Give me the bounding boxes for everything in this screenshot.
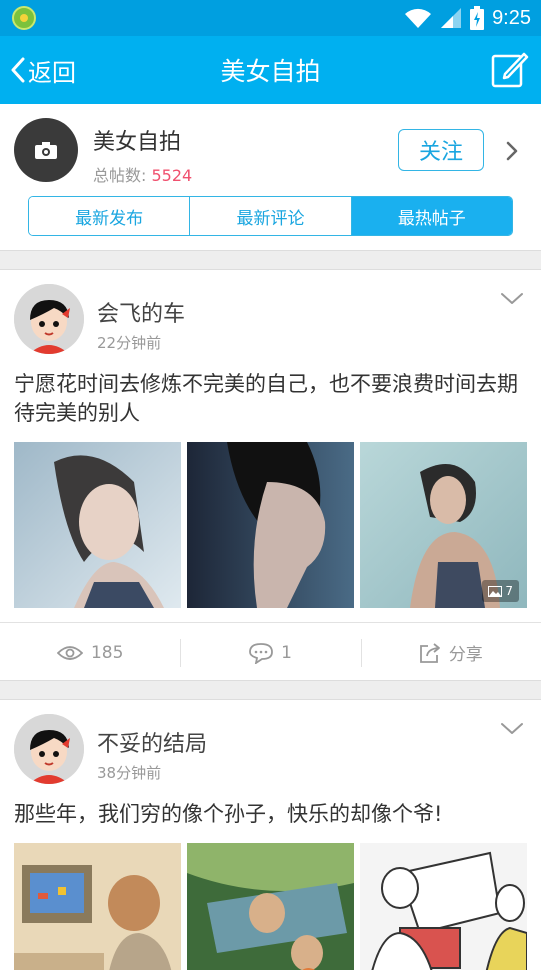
forum-name: 美女自拍 [93,130,182,155]
illustration-image [14,843,181,970]
compose-icon[interactable] [491,50,529,88]
illustration-image [360,843,527,970]
post-image[interactable] [187,442,354,608]
post-image[interactable] [14,442,181,608]
eye-icon [56,645,83,660]
tab-hottest-posts[interactable]: 最热帖子 [351,197,512,235]
image-count: 7 [505,584,513,598]
post-card[interactable]: 不妥的结局 38分钟前 那些年，我们穷的像个孙子，快乐的却像个爷! [0,699,541,970]
tab-latest-posts[interactable]: 最新发布 [29,197,191,235]
views-count: 185 [90,642,124,663]
signal-icon [441,8,462,28]
comment-icon [249,642,273,664]
post-card[interactable]: 会飞的车 22分钟前 宁愿花时间去修炼不完美的自己，也不要浪费时间去期待完美的别… [0,269,541,681]
share-button[interactable]: 分享 [360,623,541,682]
post-image-grid: 7 [14,442,527,608]
status-icons: 9:25 [404,4,531,32]
post-time: 22分钟前 [97,334,162,352]
forum-header: 美女自拍 总帖数: 5524 关注 最新发布 最新评论 最热帖子 [0,104,541,251]
page-title: 美女自拍 [220,57,321,86]
comments-count: 1 [281,642,292,663]
post-image[interactable] [360,843,527,970]
post-text: 那些年，我们穷的像个孙子，快乐的却像个爷! [14,802,443,826]
share-icon [419,642,440,663]
battery-icon [470,6,485,30]
cartoon-avatar-icon [14,714,84,784]
illustration-image [187,843,354,970]
post-count-label: 总帖数: [93,166,152,185]
post-image[interactable] [187,843,354,970]
post-count-value: 5524 [151,166,193,185]
chevron-down-icon[interactable] [500,722,524,736]
post-text: 宁愿花时间去修炼不完美的自己，也不要浪费时间去期待完美的别人 [14,372,518,425]
author-avatar[interactable] [14,714,84,784]
cartoon-avatar-icon [14,284,84,354]
image-count-badge: 7 [482,580,519,602]
top-nav-bar: 返回 美女自拍 [0,36,541,104]
photo-portrait-image [14,442,181,608]
follow-button[interactable]: 关注 [398,129,484,171]
photo-portrait-image [187,442,354,608]
chevron-right-icon[interactable] [505,140,519,162]
forum-avatar [14,118,78,182]
post-time: 38分钟前 [97,764,162,782]
author-avatar[interactable] [14,284,84,354]
post-image-grid [14,843,527,970]
author-name[interactable]: 会飞的车 [97,296,185,328]
wifi-icon [405,8,432,28]
post-image[interactable]: 7 [360,442,527,608]
sort-tabs: 最新发布 最新评论 最热帖子 [28,196,513,236]
views-stat: 185 [0,623,180,682]
share-label: 分享 [448,645,483,665]
post-stats-bar: 185 1 分享 [0,622,541,682]
author-name[interactable]: 不妥的结局 [97,726,207,758]
notification-app-icon [12,6,36,30]
chevron-down-icon[interactable] [500,292,524,306]
post-image[interactable] [14,843,181,970]
clock: 9:25 [492,6,531,29]
tab-latest-comments[interactable]: 最新评论 [190,197,352,235]
camera-icon [35,142,57,159]
post-count: 总帖数: 5524 [93,162,192,186]
image-icon [488,585,503,597]
comment-button[interactable]: 1 [180,623,360,682]
status-bar: 9:25 [0,0,541,36]
